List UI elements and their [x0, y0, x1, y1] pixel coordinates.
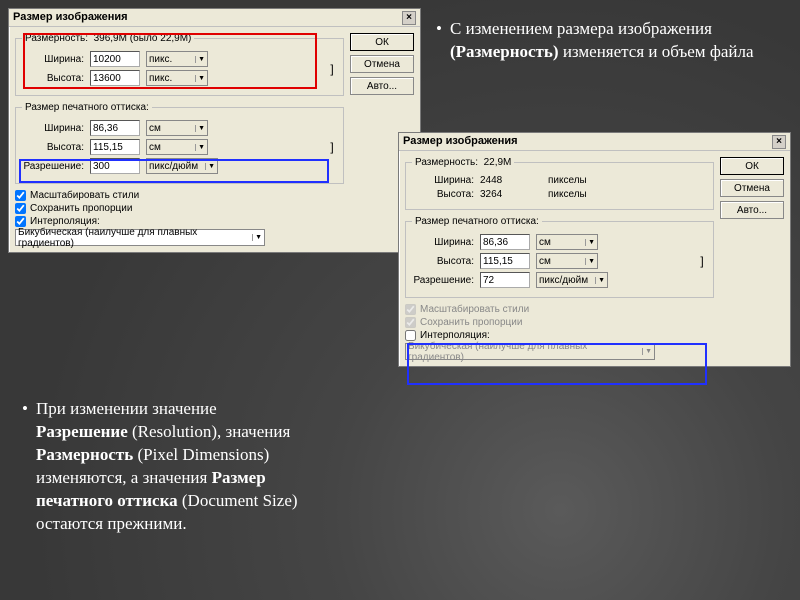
caption-2: При изменении значение Разрешение (Resol… [22, 398, 302, 536]
ok-button[interactable]: ОК [720, 157, 784, 175]
cap1-post: изменяется и объем файла [559, 42, 754, 61]
link-icon: ] [327, 117, 337, 177]
pheight-input[interactable] [90, 139, 140, 155]
chevron-down-icon: ▼ [195, 144, 205, 151]
close-icon[interactable]: × [772, 135, 786, 149]
print-size-group: Размер печатного оттиска: Ширина: см▼ Вы… [405, 216, 714, 298]
titlebar-1: Размер изображения × [9, 9, 420, 27]
pheight-unit-select[interactable]: см▼ [536, 253, 598, 269]
height-label: Высота: [22, 73, 84, 84]
cap1-pre: С изменением размера изображения [450, 19, 712, 38]
res-input[interactable] [90, 158, 140, 174]
titlebar-2: Размер изображения × [399, 133, 790, 151]
interp-select: Бикубическая (наилучше для плавных гради… [405, 343, 655, 360]
pwidth-label: Ширина: [22, 123, 84, 134]
interp-checkbox[interactable] [405, 330, 416, 341]
width-input[interactable] [90, 51, 140, 67]
height-input[interactable] [90, 70, 140, 86]
chevron-down-icon: ▼ [252, 234, 262, 241]
interp-select[interactable]: Бикубическая (наилучше для плавных гради… [15, 229, 265, 246]
cap2-b2: Размерность [36, 445, 133, 464]
auto-button[interactable]: Авто... [720, 201, 784, 219]
cap2-b1: Разрешение [36, 422, 128, 441]
image-size-dialog-2: Размер изображения × Размерность: 22,9M … [398, 132, 791, 367]
interp-label: Интерполяция: [420, 330, 490, 341]
width-value: 2448 [480, 175, 530, 186]
interp-checkbox[interactable] [15, 216, 26, 227]
pheight-unit-select[interactable]: см▼ [146, 139, 208, 155]
res-unit-select[interactable]: пикс/дюйм▼ [146, 158, 218, 174]
width-unit-select[interactable]: пикс.▼ [146, 51, 208, 67]
height-value: 3264 [480, 189, 530, 200]
close-icon[interactable]: × [402, 11, 416, 25]
pwidth-unit-select[interactable]: см▼ [536, 234, 598, 250]
chevron-down-icon: ▼ [595, 277, 605, 284]
pwidth-unit-select[interactable]: см▼ [146, 120, 208, 136]
ok-button[interactable]: ОК [350, 33, 414, 51]
constrain-checkbox[interactable] [15, 203, 26, 214]
chevron-down-icon: ▼ [195, 125, 205, 132]
scale-styles-label: Масштабировать стили [30, 190, 139, 201]
chevron-down-icon: ▼ [195, 56, 205, 63]
cancel-button[interactable]: Отмена [720, 179, 784, 197]
pwidth-label: Ширина: [412, 237, 474, 248]
dim-value: 22,9M [484, 157, 512, 168]
title-2: Размер изображения [403, 135, 518, 148]
print-legend: Размер печатного оттиска: [22, 102, 152, 113]
pixel-dimensions-group: Размерность: 22,9M Ширина: 2448 пикселы … [405, 157, 714, 210]
interp-label: Интерполяция: [30, 216, 100, 227]
chevron-down-icon: ▼ [642, 348, 652, 355]
res-unit-select[interactable]: пикс/дюйм▼ [536, 272, 608, 288]
title-1: Размер изображения [13, 11, 128, 24]
pheight-label: Высота: [412, 256, 474, 267]
width-unit: пикселы [548, 175, 587, 186]
chevron-down-icon: ▼ [585, 239, 595, 246]
height-unit-select[interactable]: пикс.▼ [146, 70, 208, 86]
height-label: Высота: [412, 189, 474, 200]
caption-1: С изменением размера изображения (Размер… [436, 18, 776, 64]
print-legend: Размер печатного оттиска: [412, 216, 542, 227]
image-size-dialog-1: Размер изображения × Размерность: 396,9M… [8, 8, 421, 253]
dim-legend: Размерность: [25, 33, 88, 44]
dim-value: 396,9M (было 22,9M) [94, 33, 192, 44]
pwidth-input[interactable] [90, 120, 140, 136]
chevron-down-icon: ▼ [205, 163, 215, 170]
dim-legend: Размерность: [415, 157, 478, 168]
cap2-p1: При изменении значение [36, 399, 217, 418]
scale-styles-checkbox [405, 304, 416, 315]
chevron-down-icon: ▼ [195, 75, 205, 82]
width-label: Ширина: [412, 175, 474, 186]
pheight-label: Высота: [22, 142, 84, 153]
chevron-down-icon: ▼ [585, 258, 595, 265]
auto-button[interactable]: Авто... [350, 77, 414, 95]
constrain-label: Сохранить пропорции [420, 317, 522, 328]
pwidth-input[interactable] [480, 234, 530, 250]
pixel-dimensions-group: Размерность: 396,9M (было 22,9M) Ширина:… [15, 33, 344, 96]
cancel-button[interactable]: Отмена [350, 55, 414, 73]
pheight-input[interactable] [480, 253, 530, 269]
res-label: Разрешение: [22, 161, 84, 172]
link-icon: ] [697, 231, 707, 291]
print-size-group: Размер печатного оттиска: Ширина: см▼ Вы… [15, 102, 344, 184]
width-label: Ширина: [22, 54, 84, 65]
cap2-p2: (Resolution), значения [128, 422, 291, 441]
cap1-bold: (Размерность) [450, 42, 559, 61]
constrain-checkbox [405, 317, 416, 328]
scale-styles-label: Масштабировать стили [420, 304, 529, 315]
link-icon: ] [327, 48, 337, 89]
scale-styles-checkbox[interactable] [15, 190, 26, 201]
height-unit: пикселы [548, 189, 587, 200]
constrain-label: Сохранить пропорции [30, 203, 132, 214]
res-input[interactable] [480, 272, 530, 288]
res-label: Разрешение: [412, 275, 474, 286]
